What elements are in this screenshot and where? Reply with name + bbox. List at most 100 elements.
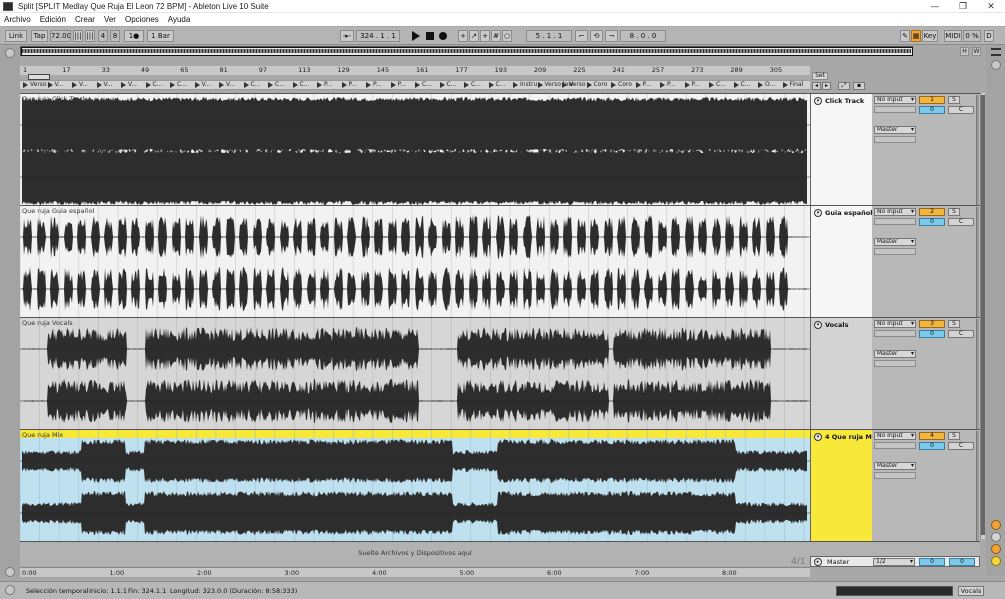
output-type-dropdown[interactable]: Master [874,238,916,246]
track-activator-button[interactable]: 3 [919,320,945,328]
locator-marker[interactable]: Verso [23,81,47,89]
track-volume-field[interactable]: 0 [919,330,945,338]
track-volume-field[interactable]: 0 [919,106,945,114]
locator-marker[interactable]: P... [317,81,332,89]
close-button[interactable]: ✕ [977,0,1005,13]
track-fold-icon[interactable]: ▾ [814,209,822,217]
session-record-icon[interactable]: ○ [502,30,512,42]
locator-marker[interactable]: V... [121,81,137,89]
locator-marker[interactable]: Coro [586,81,607,89]
input-type-dropdown[interactable]: No Input [874,432,916,440]
master-volume-field[interactable]: 0 [919,558,945,566]
key-map-icon[interactable]: ▦ [911,30,921,42]
mixer-toggle-icon[interactable] [991,556,1001,566]
track-name[interactable]: Click Track [825,97,864,105]
track-pan-field[interactable]: C [948,106,974,114]
track-fold-icon[interactable]: ▾ [814,433,822,441]
locator-marker[interactable]: C... [243,81,260,89]
solo-button[interactable]: S [948,320,960,328]
optimize-width-button[interactable]: W [972,47,981,56]
selected-track-tag[interactable]: Vocals [958,586,984,596]
beat-ruler[interactable]: 1 17 33 49 65 81 97 113 129 145 161 177 193 209 225 241… [20,66,810,75]
track-name[interactable]: Vocals [825,321,848,329]
locator-marker[interactable]: C... [709,81,726,89]
tap-tempo-button[interactable]: Tap [31,30,48,42]
record-icon[interactable] [439,32,447,40]
quantization-dropdown[interactable]: 1 Bar [147,30,174,42]
locator-marker[interactable]: P... [660,81,675,89]
metronome-button[interactable]: 1● [124,30,144,42]
solo-button[interactable]: S [948,432,960,440]
returns-toggle-icon[interactable] [991,544,1001,554]
locator-marker[interactable]: C... [439,81,456,89]
track-activator-button[interactable]: 1 [919,96,945,104]
play-icon[interactable] [412,31,420,41]
menu-ayuda[interactable]: Ayuda [168,15,191,24]
output-channel-dropdown[interactable] [874,136,916,143]
time-ruler[interactable]: 0:00 1:00 2:00 3:00 4:00 5:00 6:00 7:00 8:00 [20,567,810,577]
optimize-height-button[interactable]: H [960,47,969,56]
output-channel-dropdown[interactable] [874,360,916,367]
punch-in-icon[interactable]: ⌐ [575,30,588,42]
draw-mode-icon[interactable]: ✎ [900,30,910,42]
locator-marker[interactable]: C... [488,81,505,89]
input-type-dropdown[interactable]: No Input [874,208,916,216]
track-fold-icon[interactable]: ▾ [814,321,822,329]
next-locator-icon[interactable]: ▸ [822,82,831,90]
menu-opciones[interactable]: Opciones [125,15,159,24]
locator-marker[interactable]: C... [145,81,162,89]
locator-marker[interactable]: V... [72,81,88,89]
output-type-dropdown[interactable]: Master [874,350,916,358]
midi-map-button[interactable]: MIDI [944,30,962,42]
vertical-scrollbar[interactable] [980,93,985,539]
scrollbar-thumb[interactable] [981,95,985,535]
automation-arm-icon[interactable]: ↗ [469,30,479,42]
overview-toggle-icon[interactable] [5,567,15,577]
menu-archivo[interactable]: Archivo [4,15,31,24]
locator-marker[interactable]: P... [341,81,357,89]
output-type-dropdown[interactable]: Master [874,126,916,134]
arrangement-position-field[interactable]: 324 . 1 . 1 [356,30,400,42]
tempo-field[interactable]: 72.00 [50,30,71,42]
menu-crear[interactable]: Crear [75,15,95,24]
input-type-dropdown[interactable]: No Input [874,96,916,104]
track-lane[interactable]: Que ruja Click Track [20,93,810,205]
capture-midi-icon[interactable]: # [491,30,501,42]
locator-marker[interactable]: Verso [562,81,586,89]
arrangement-overview[interactable] [20,46,913,56]
track-pan-field[interactable]: C [948,218,974,226]
maximize-button[interactable]: ❐ [949,0,977,13]
re-enable-automation-icon[interactable]: + [480,30,490,42]
track-header[interactable]: ▾ Guia español [810,205,872,317]
punch-out-icon[interactable]: ¬ [605,30,618,42]
track-volume-field[interactable]: 0 [919,442,945,450]
locator-marker[interactable]: V... [96,81,113,89]
locator-marker[interactable]: V... [47,81,64,89]
signature-numerator[interactable]: 4 [98,30,108,42]
locator-marker[interactable]: C... [733,81,750,89]
nudge-down-icon[interactable]: ||| [73,30,83,42]
track-lane[interactable]: Que ruja Vocals [20,317,810,429]
track-fold-icon[interactable]: ▾ [814,97,822,105]
track-lane[interactable]: Que ruja Guia español [20,205,810,317]
output-type-dropdown[interactable]: Master [874,462,916,470]
master-cue-dropdown[interactable]: 1/2 [873,558,915,566]
locator-marker[interactable]: C... [292,81,309,89]
locator-marker[interactable]: V... [219,81,235,89]
track-header[interactable]: ▾ Click Track [810,93,872,205]
lock-icon[interactable]: ▪ [853,82,865,90]
menu-ver[interactable]: Ver [104,15,116,24]
io-toggle-icon[interactable] [991,520,1001,530]
locator-marker[interactable]: V... [194,81,211,89]
minimize-button[interactable]: — [921,0,949,13]
track-header[interactable]: ▾ Vocals [810,317,872,429]
sends-toggle-icon[interactable] [991,532,1001,542]
loop-switch-icon[interactable]: ⟲ [590,30,603,42]
locator-marker[interactable]: Final [782,81,803,89]
locator-marker[interactable]: P... [390,81,406,89]
locator-marker[interactable]: C... [464,81,481,89]
input-channel-dropdown[interactable] [874,442,916,449]
master-fold-icon[interactable]: ▸ [814,558,822,566]
set-locator-button[interactable]: Set [812,72,828,80]
prev-locator-icon[interactable]: ◂ [812,82,821,90]
